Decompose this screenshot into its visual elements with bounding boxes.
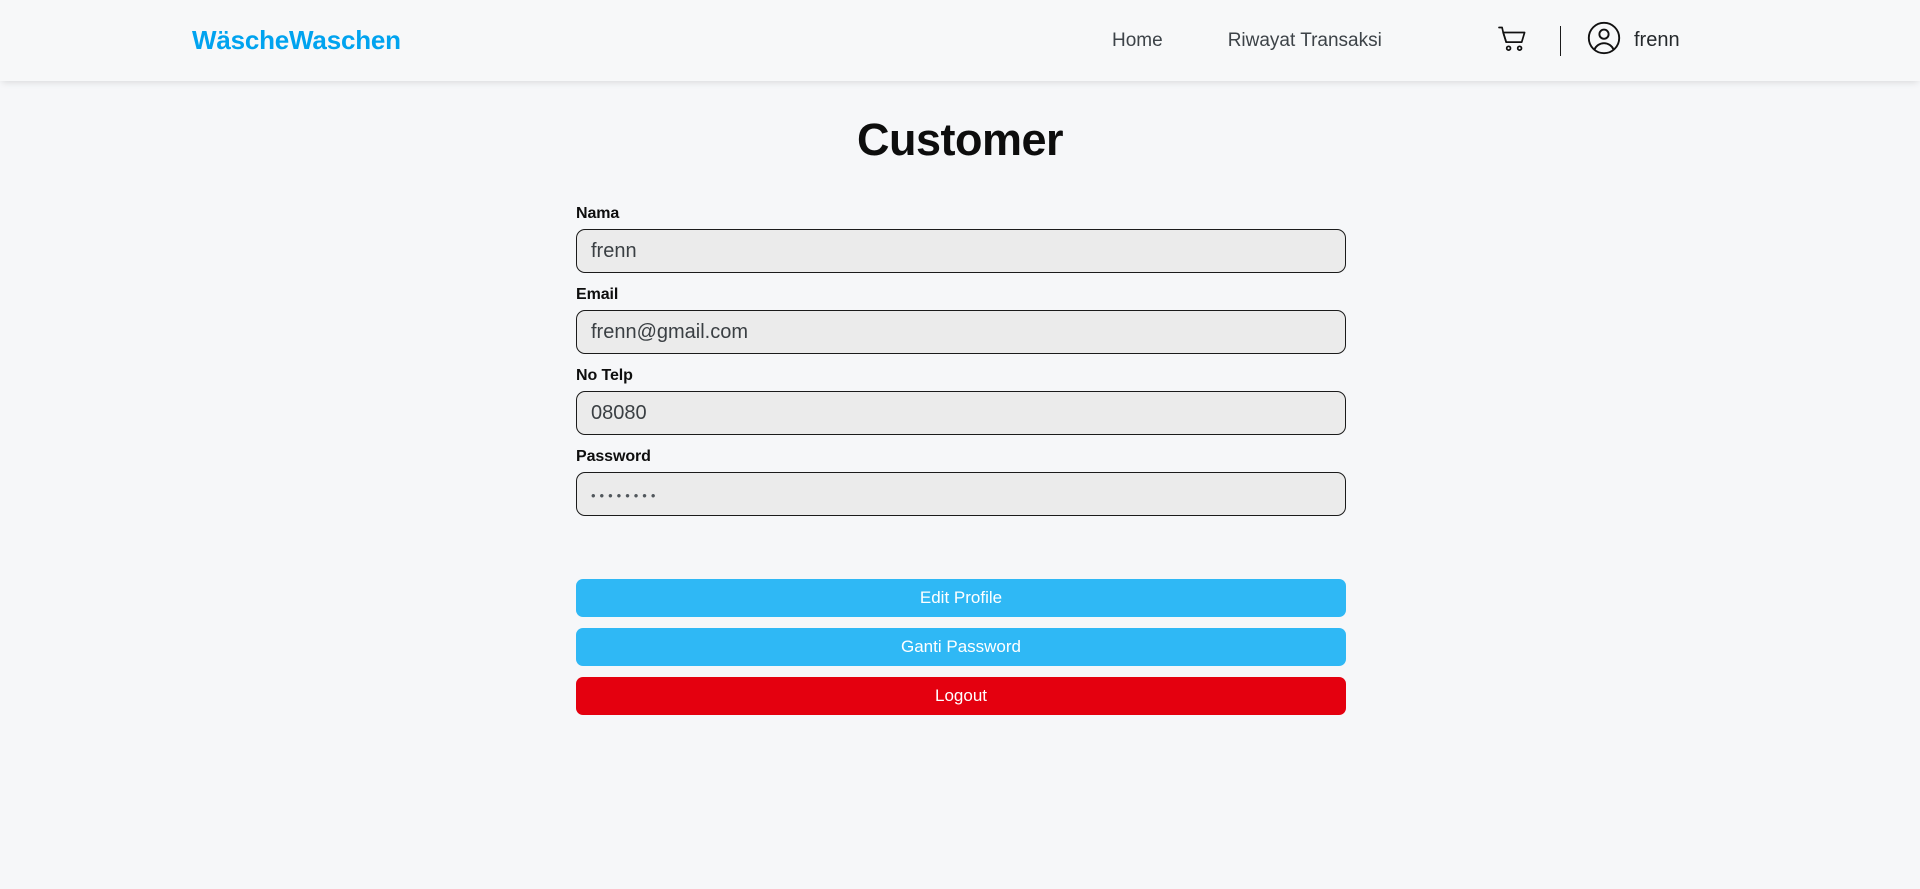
top-navbar: WäscheWaschen Home Riwayat Transaksi fre… bbox=[0, 0, 1920, 81]
nav-link-home[interactable]: Home bbox=[1112, 30, 1163, 52]
field-nama: Nama bbox=[576, 205, 1346, 273]
field-email: Email bbox=[576, 286, 1346, 354]
user-menu[interactable]: frenn bbox=[1587, 21, 1680, 60]
ganti-password-button[interactable]: Ganti Password bbox=[576, 628, 1346, 666]
field-label-nama: Nama bbox=[576, 205, 620, 222]
user-circle-icon bbox=[1587, 21, 1621, 60]
page-title: Customer bbox=[856, 114, 1064, 165]
field-label-password: Password bbox=[576, 448, 651, 465]
nav-link-riwayat-transaksi[interactable]: Riwayat Transaksi bbox=[1228, 30, 1382, 52]
field-password: Password bbox=[576, 448, 1346, 516]
input-nama[interactable] bbox=[576, 229, 1346, 273]
primary-nav: Home Riwayat Transaksi bbox=[1112, 30, 1382, 52]
navbar-right-group: frenn bbox=[1490, 19, 1680, 63]
field-no-telp: No Telp bbox=[576, 367, 1346, 435]
logout-button[interactable]: Logout bbox=[576, 677, 1346, 715]
main-content: Customer Nama Email No Telp Password Edi… bbox=[0, 81, 1920, 715]
navbar-divider bbox=[1560, 25, 1561, 56]
user-name-label: frenn bbox=[1634, 29, 1680, 51]
cart-button[interactable] bbox=[1490, 19, 1534, 63]
input-email[interactable] bbox=[576, 310, 1346, 354]
action-buttons: Edit Profile Ganti Password Logout bbox=[576, 579, 1346, 715]
brand-logo[interactable]: WäscheWaschen bbox=[192, 25, 401, 56]
input-no-telp[interactable] bbox=[576, 391, 1346, 435]
field-label-email: Email bbox=[576, 286, 619, 303]
shopping-cart-icon bbox=[1497, 25, 1527, 56]
field-label-no-telp: No Telp bbox=[576, 367, 633, 384]
customer-profile-form: Nama Email No Telp Password Edit Profile… bbox=[576, 205, 1346, 715]
input-password[interactable] bbox=[576, 472, 1346, 516]
edit-profile-button[interactable]: Edit Profile bbox=[576, 579, 1346, 617]
